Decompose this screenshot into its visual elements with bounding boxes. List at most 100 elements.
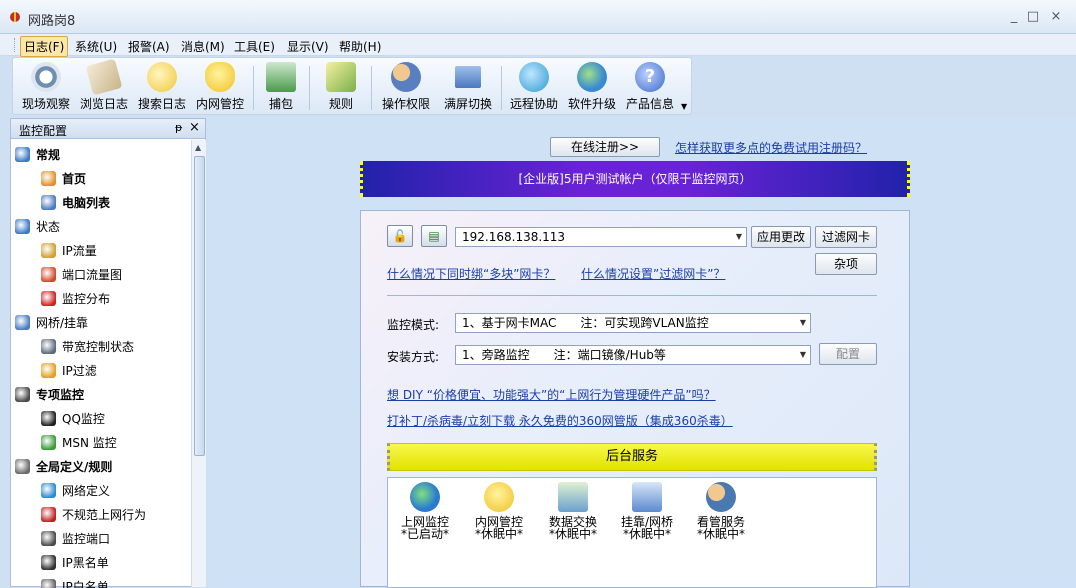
online-register-button[interactable]: 在线注册>> [550,137,660,157]
sidebar-item[interactable]: 监控分布 [41,290,110,308]
toolbar-upgrade[interactable]: 软件升级 [565,62,619,112]
sidebar-item-label: 不规范上网行为 [62,508,147,522]
lock-button[interactable]: 🔓 [387,225,413,247]
install-label: 安装方式: [387,350,440,364]
menu-bar: 日志(F) 系统(U) 报警(A) 消息(M) 工具(E) 显示(V) 帮助(H… [0,34,1076,57]
toolbar-overflow-icon[interactable]: ▼ [681,102,687,111]
bulb-icon [484,482,514,512]
trial-code-link[interactable]: 怎样获取更多点的免费试用注册码？ [675,139,867,156]
lock-icon: 🔓 [392,229,408,243]
msn-icon [41,435,56,450]
filter-nic-link[interactable]: 什么情况设置”过滤网卡”？ [581,265,725,282]
app-icon [10,12,20,22]
toolbar-separator [371,66,372,110]
pin-icon[interactable]: ᵽ [175,121,182,134]
gear-icon [15,459,30,474]
misc-button[interactable]: 杂项 [815,253,877,275]
sidebar-item[interactable]: 全局定义/规则 [15,458,112,476]
sidebar-item-label: 首页 [62,172,87,186]
sidebar-item[interactable]: IP黑名单 [41,554,109,572]
toolbar-product-info[interactable]: ? 产品信息 [623,62,677,112]
toolbar-separator [253,66,254,110]
sidebar-item[interactable]: 电脑列表 [41,194,110,212]
sidebar-item[interactable]: IP流量 [41,242,97,260]
config-button[interactable]: 配置 [819,343,877,365]
menu-alarm[interactable]: 报警(A) [125,37,173,56]
nic-button[interactable]: ▤ [421,225,447,247]
toolbar-live-view[interactable]: 现场观察 [19,62,73,112]
service-lan-control[interactable]: 内网管控 *休眠中* [464,482,534,540]
filter-nic-button[interactable]: 过滤网卡 [815,226,877,248]
sidebar-item[interactable]: 监控端口 [41,530,110,548]
sidebar-item[interactable]: IP过滤 [41,362,97,380]
menu-log[interactable]: 日志(F) [20,36,69,57]
sidebar-item-label: IP过滤 [62,364,97,378]
account-banner: [企业版]5用户测试帐户（仅限于监控网页） [360,161,910,197]
globe-icon [15,219,30,234]
target-icon [15,387,30,402]
mode-label: 监控模式: [387,318,440,332]
toolbar-browse-log[interactable]: 浏览日志 [77,58,131,112]
menu-message[interactable]: 消息(M) [178,37,228,56]
download-360-link[interactable]: 打补丁/杀病毒/立刻下载 永久免费的360网管版（集成360杀毒） [387,412,733,429]
main-content: 在线注册>> 怎样获取更多点的免费试用注册码？ [企业版]5用户测试帐户（仅限于… [208,118,1076,588]
toolbar-remote-assist[interactable]: 远程协助 [507,62,561,112]
ip-select[interactable]: 192.168.138.113 ▼ [455,227,747,247]
close-button[interactable]: × [1048,9,1064,24]
scroll-up-icon[interactable]: ▲ [195,143,201,152]
diy-hardware-link[interactable]: 想 DIY “价格便宜、功能强大”的“上网行为管理硬件产品”吗？ [387,386,716,403]
home-icon [41,171,56,186]
exchange-icon [558,482,588,512]
toolbar: 现场观察 浏览日志 搜索日志 内网管控 捕包 规则 操作权限 满屏切换 远程协助… [12,57,692,115]
config-tree: 常规 首页电脑列表状态 IP流量端口流量图监控分布网桥/挂靠带宽控制状态 IP过滤专项… [11,140,191,588]
toolbar-capture[interactable]: 捕包 [261,62,301,112]
sidebar-item[interactable]: QQ监控 [41,410,105,428]
minimize-button[interactable]: _ [1006,9,1022,24]
multi-nic-link[interactable]: 什么情况下同时绑“多块”网卡？ [387,265,555,282]
sidebar-item-label: 专项监控 [36,388,85,402]
sidebar-item-label: QQ监控 [62,412,105,426]
sidebar-item[interactable]: 网络定义 [41,482,110,500]
search-icon [147,62,177,92]
sidebar-item[interactable]: 端口流量图 [41,266,122,284]
window-title: 网路岗8 [28,14,76,29]
sidebar-item[interactable]: 首页 [41,170,87,188]
toolbar-fullscreen[interactable]: 满屏切换 [441,62,495,112]
chevron-down-icon: ▼ [799,350,806,359]
bulb-icon [205,62,235,92]
menu-grip [14,38,17,52]
menu-help[interactable]: 帮助(H) [336,37,384,56]
toolbar-search-log[interactable]: 搜索日志 [135,62,189,112]
apply-changes-button[interactable]: 应用更改 [751,226,811,248]
sidebar-scrollbar[interactable]: ▲ [191,140,206,587]
service-data-exchange[interactable]: 数据交换 *休眠中* [538,482,608,540]
menu-system[interactable]: 系统(U) [72,37,120,56]
close-icon[interactable]: × [189,120,200,135]
sidebar-item[interactable]: 带宽控制状态 [41,338,134,356]
install-select[interactable]: 1、旁路监控 注：端口镜像/Hub等 ▼ [455,345,811,365]
globe-icon [15,147,30,162]
sidebar-item[interactable]: MSN 监控 [41,434,117,452]
screen-icon [455,66,481,88]
toolbar-separator [309,66,310,110]
sidebar-item[interactable]: 网桥/挂靠 [15,314,88,332]
menu-tools[interactable]: 工具(E) [231,37,278,56]
scrollbar-thumb[interactable] [194,156,205,456]
sidebar-item[interactable]: 常规 [15,146,60,164]
service-bridge[interactable]: 挂靠/网桥 *休眠中* [612,482,682,540]
service-web-monitor[interactable]: 上网监控 *已启动* [390,482,460,540]
toolbar-rules[interactable]: 规则 [319,62,363,112]
maximize-button[interactable]: □ [1025,9,1041,24]
sidebar-item[interactable]: 状态 [15,218,60,236]
sidebar-item[interactable]: 专项监控 [15,386,84,404]
sidebar-title: 监控配置 [19,124,68,138]
chart-icon [41,243,56,258]
service-watch[interactable]: 看管服务 *休眠中* [686,482,756,540]
toolbar-permissions[interactable]: 操作权限 [379,62,433,112]
watch-icon [706,482,736,512]
mode-select[interactable]: 1、基于网卡MAC 注：可实现跨VLAN监控 ▼ [455,313,811,333]
menu-view[interactable]: 显示(V) [284,37,332,56]
globe-check-icon [410,482,440,512]
sidebar-item[interactable]: 不规范上网行为 [41,506,146,524]
toolbar-lan-control[interactable]: 内网管控 [193,62,247,112]
